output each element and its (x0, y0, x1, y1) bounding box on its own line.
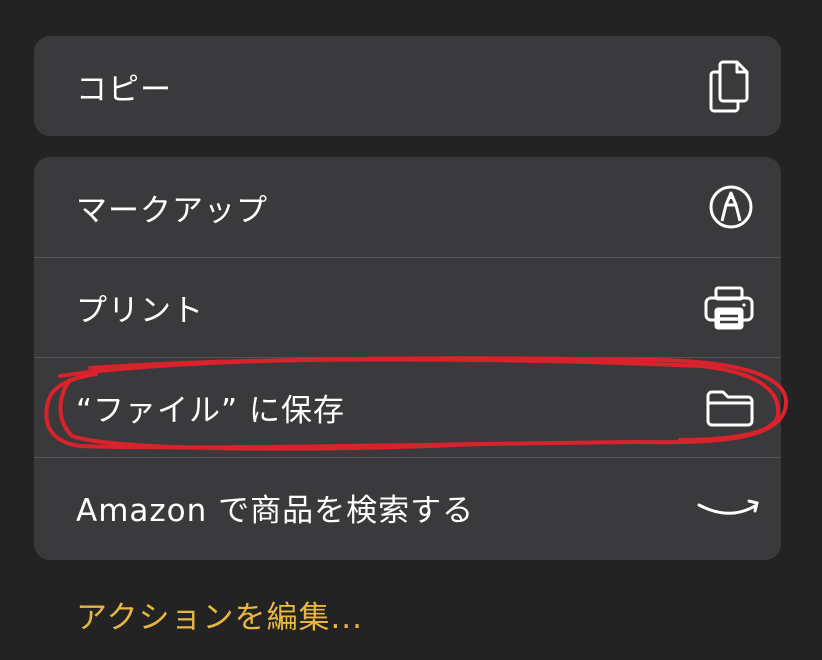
copy-label: コピー (76, 71, 172, 108)
copy-action[interactable]: コピー (34, 36, 781, 136)
amazon-smile-icon (697, 497, 763, 519)
actions-group: マークアップ プリント “ファイル” に保存 Amazon で商品を検索する (34, 157, 781, 560)
markup-action[interactable]: マークアップ (34, 157, 781, 257)
print-action[interactable]: プリント (34, 257, 781, 357)
edit-actions-link[interactable]: アクションを編集... (76, 592, 363, 637)
markup-pen-icon (707, 183, 755, 231)
markup-label: マークアップ (76, 192, 268, 229)
save-to-files-label: “ファイル” に保存 (76, 393, 345, 429)
copy-group: コピー (34, 36, 781, 136)
copy-documents-icon (707, 58, 755, 114)
amazon-search-label: Amazon で商品を検索する (76, 493, 475, 529)
folder-icon (705, 388, 755, 428)
printer-icon (703, 285, 755, 331)
save-to-files-action[interactable]: “ファイル” に保存 (34, 357, 781, 457)
print-label: プリント (76, 293, 204, 329)
amazon-search-action[interactable]: Amazon で商品を検索する (34, 457, 781, 557)
